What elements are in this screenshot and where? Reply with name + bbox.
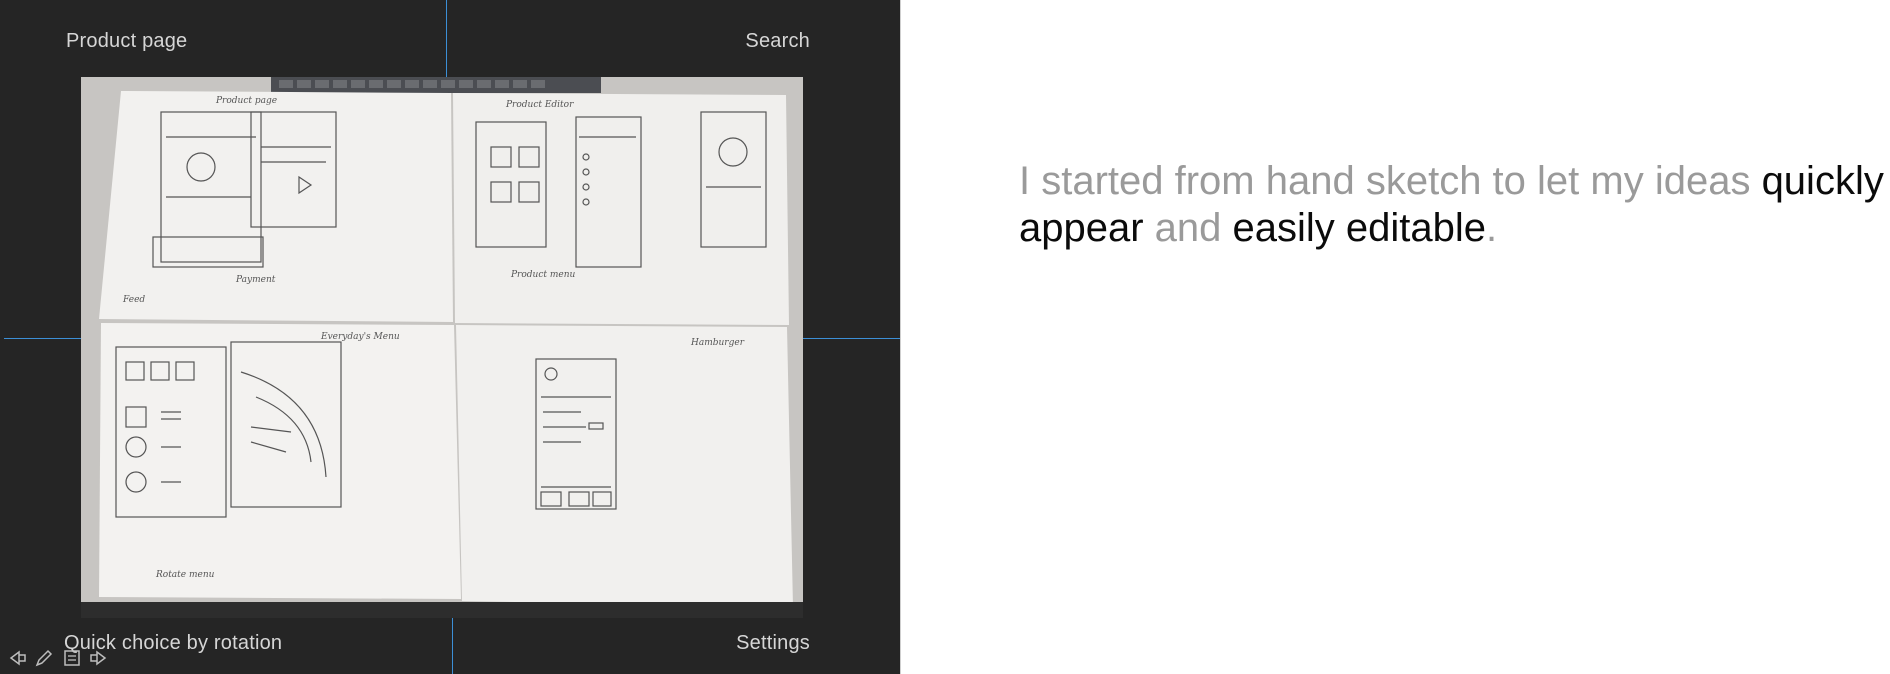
caption-muted-2: and [1143,206,1233,250]
guide-horizontal-left [4,338,81,339]
sheet-note-3: Product menu [510,270,576,280]
panel-divider [900,0,901,674]
pencil-icon[interactable] [32,646,56,670]
guide-vertical-bottom [452,618,453,674]
hand-sketch-photo[interactable]: Product page Product Editor Everyday's M… [81,77,803,618]
sheet-title-4: Hamburger [690,338,745,348]
slide-toolbar [4,646,112,672]
caption-period: . [1486,206,1498,250]
sheet-title-1: Product page [215,96,277,106]
arrow-left-icon[interactable] [4,646,28,670]
label-product-page[interactable]: Product page [66,30,187,53]
caption-highlight-editable: easily editable [1232,206,1487,250]
sheet-note-1: Feed [122,295,145,305]
sheet-title-3: Everyday's Menu [320,332,400,342]
caption-highlight-quickly: quickly [1761,159,1884,203]
guide-horizontal-right [803,338,900,339]
arrow-right-icon[interactable] [88,646,112,670]
slide-canvas: Product page Search Quick choice by rota… [0,0,900,674]
notes-icon[interactable] [60,646,84,670]
sheet-note-2: Rotate menu [155,570,215,580]
caption-muted-1: I started from hand sketch to let my ide… [1019,159,1762,203]
caption-highlight-appear: appear [1019,206,1144,250]
sheet-note-4: Payment [235,275,276,285]
label-search[interactable]: Search [745,30,810,53]
guide-vertical-top [446,0,447,77]
slide-caption: I started from hand sketch to let my ide… [1019,158,1890,252]
sheet-title-2: Product Editor [505,100,574,110]
label-settings[interactable]: Settings [736,632,810,655]
